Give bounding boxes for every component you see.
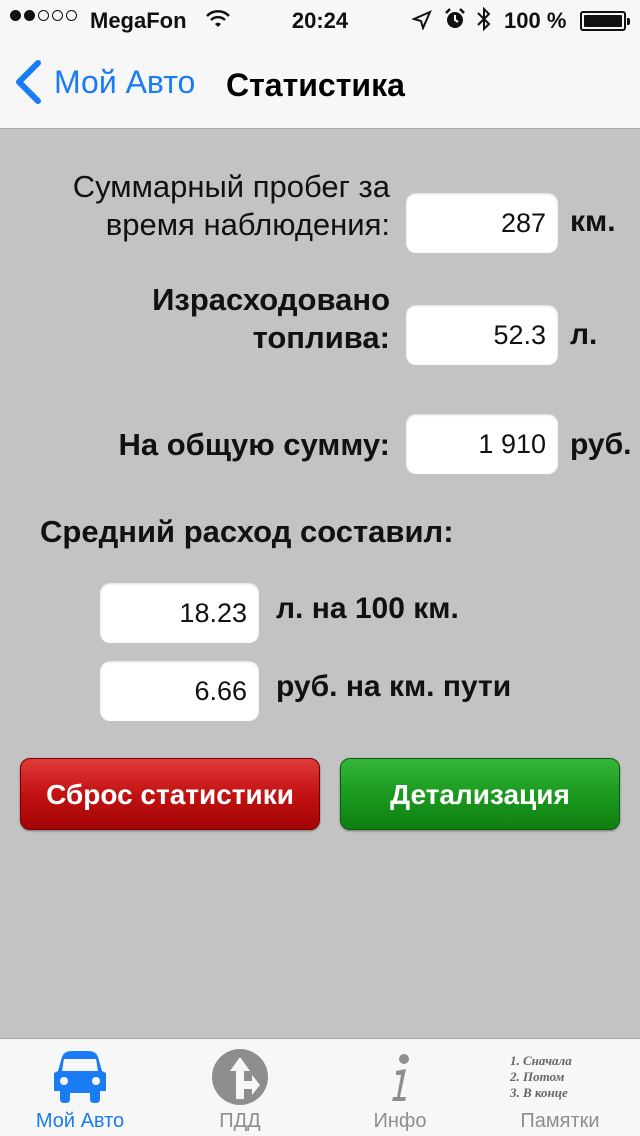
fuel-label-line2: топлива: — [252, 320, 390, 355]
navigation-bar: Мой Авто Статистика — [0, 40, 640, 128]
fuel-label: Израсходовано топлива: — [20, 281, 390, 357]
back-button-label: Мой Авто — [54, 63, 196, 100]
mileage-field[interactable]: 287 — [406, 193, 558, 253]
info-icon — [392, 1054, 409, 1101]
notes-line: 2. Потом — [510, 1069, 565, 1084]
tab-notes-label: Памятки — [520, 1110, 600, 1132]
mileage-label-line2: время наблюдения: — [105, 207, 390, 242]
battery-fill — [584, 15, 622, 27]
perkm-unit: руб. на км. пути — [276, 670, 512, 703]
mileage-label-line1: Суммарный пробег за — [72, 169, 390, 204]
reset-statistics-button[interactable]: Сброс статистики — [20, 758, 320, 830]
sum-field[interactable]: 1 910 — [406, 414, 558, 474]
battery-percentage: 100 % — [504, 8, 567, 33]
notes-line: 1. Сначала — [510, 1053, 572, 1068]
fuel-field[interactable]: 52.3 — [406, 305, 558, 365]
battery-nub — [627, 18, 630, 25]
tab-pdd-label: ПДД — [219, 1110, 261, 1132]
mileage-label: Суммарный пробег за время наблюдения: — [20, 168, 390, 244]
fuel-label-line1: Израсходовано — [152, 282, 390, 317]
page-title: Статистика — [226, 67, 405, 103]
tab-info[interactable]: Инфо — [320, 1039, 480, 1136]
status-bar: MegaFon 20:24 100 % — [0, 0, 640, 40]
mileage-unit: км. — [570, 205, 616, 238]
tab-notes[interactable]: 1. Сначала 2. Потом 3. В конце Памятки — [480, 1039, 640, 1136]
battery-icon — [580, 11, 630, 31]
sum-unit: руб. — [570, 428, 632, 461]
details-button[interactable]: Детализация — [340, 758, 620, 830]
screen: MegaFon 20:24 100 % Мой Авто Статистика … — [0, 0, 640, 1136]
chevron-left-icon — [16, 60, 41, 104]
tab-my-auto[interactable]: Мой Авто — [0, 1039, 160, 1136]
road-sign-icon — [212, 1049, 268, 1105]
sum-label: На общую сумму: — [118, 427, 391, 462]
notes-icon: 1. Сначала 2. Потом 3. В конце — [510, 1053, 572, 1101]
tab-info-label: Инфо — [373, 1110, 427, 1132]
perkm-field[interactable]: 6.66 — [100, 661, 259, 721]
tab-pdd[interactable]: ПДД — [160, 1039, 320, 1136]
back-button[interactable]: Мой Авто — [14, 60, 195, 104]
average-heading: Средний расход составил: — [40, 514, 454, 549]
bluetooth-icon — [477, 6, 491, 32]
location-icon — [412, 10, 432, 30]
notes-line: 3. В конце — [510, 1085, 568, 1100]
tab-my-auto-label: Мой Авто — [35, 1110, 125, 1132]
per100-unit: л. на 100 км. — [276, 592, 459, 625]
top-bar: MegaFon 20:24 100 % Мой Авто Статистика — [0, 0, 640, 129]
fuel-unit: л. — [570, 318, 598, 351]
alarm-icon — [445, 8, 465, 28]
tab-bar: Мой Авто ПДД Инфо 1. Сначала 2. Потом 3.… — [0, 1038, 640, 1136]
car-icon — [54, 1051, 106, 1103]
per100-field[interactable]: 18.23 — [100, 583, 259, 643]
